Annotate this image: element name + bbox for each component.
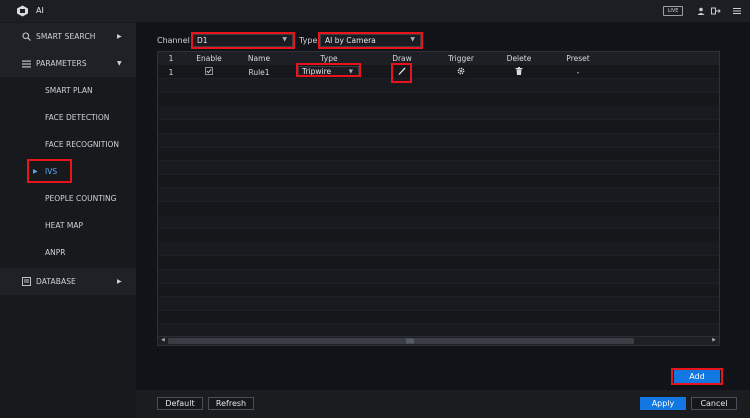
chevron-down-icon: ▼ — [410, 36, 415, 43]
gear-icon[interactable] — [457, 67, 465, 77]
sidebar-subitem-people-counting[interactable]: PEOPLE COUNTING — [0, 185, 136, 212]
type-select[interactable]: AI by Camera ▼ — [320, 34, 421, 47]
channel-label: Channel — [157, 36, 190, 45]
sidebar-subitem-anpr[interactable]: ANPR — [0, 239, 136, 266]
table-row-empty — [158, 310, 719, 324]
table-row-empty — [158, 270, 719, 284]
col-header-type: Type — [320, 54, 338, 63]
rules-table: 1 Enable Name Type Draw Trigger Delete P… — [157, 51, 720, 346]
sidebar-subitem-face-detection[interactable]: FACE DETECTION — [0, 104, 136, 131]
sidebar-subitem-smart-plan[interactable]: SMART PLAN — [0, 77, 136, 104]
apply-button[interactable]: Apply — [640, 397, 686, 410]
scroll-right-icon[interactable]: ▶ — [712, 337, 716, 343]
chevron-right-icon: ▶ — [117, 278, 122, 285]
table-row-empty — [158, 93, 719, 107]
sidebar-subitem-label: FACE DETECTION — [45, 113, 110, 122]
table-row-empty — [158, 147, 719, 161]
table-row-empty — [158, 229, 719, 243]
chevron-down-icon: ▼ — [117, 60, 122, 67]
col-header-enable: Enable — [196, 54, 222, 63]
sidebar-subitem-face-recognition[interactable]: FACE RECOGNITION — [0, 131, 136, 158]
col-header-index: 1 — [168, 54, 174, 63]
sidebar-item-parameters[interactable]: PARAMETERS ▼ — [0, 50, 136, 77]
sidebar-item-database[interactable]: DATABASE ▶ — [0, 268, 136, 295]
col-header-preset: Preset — [566, 54, 590, 63]
sidebar-subitem-ivs[interactable]: ▶ IVS — [0, 158, 136, 185]
row-index: 1 — [168, 68, 174, 77]
active-indicator-icon: ▶ — [33, 168, 38, 175]
logout-icon[interactable] — [710, 5, 722, 17]
col-header-trigger: Trigger — [448, 54, 474, 63]
sidebar-subitem-label: SMART PLAN — [45, 86, 93, 95]
table-row-empty — [158, 256, 719, 270]
table-row-empty — [158, 242, 719, 256]
cancel-button[interactable]: Cancel — [691, 397, 737, 410]
col-header-delete: Delete — [506, 54, 532, 63]
channel-value: D1 — [197, 36, 208, 45]
user-icon[interactable] — [695, 5, 707, 17]
table-row-empty — [158, 120, 719, 134]
draw-icon[interactable] — [398, 67, 406, 78]
table-row[interactable]: 1 Rule1 Tripwire ▼ - — [158, 65, 719, 79]
table-row-empty — [158, 161, 719, 175]
table-row-empty — [158, 188, 719, 202]
col-header-name: Name — [247, 54, 271, 63]
sidebar: SMART SEARCH ▶ PARAMETERS ▼ SMART PLAN F… — [0, 22, 136, 418]
trash-icon[interactable] — [515, 67, 523, 77]
col-header-draw: Draw — [392, 54, 412, 63]
table-header: 1 Enable Name Type Draw Trigger Delete P… — [158, 52, 719, 65]
app-title: AI — [36, 6, 44, 15]
database-icon — [21, 277, 31, 287]
rule-type-value: Tripwire — [302, 67, 332, 76]
rule-name: Rule1 — [248, 68, 270, 77]
sidebar-subitem-heat-map[interactable]: HEAT MAP — [0, 212, 136, 239]
table-row-empty — [158, 215, 719, 229]
type-value: AI by Camera — [325, 36, 376, 45]
channel-select[interactable]: D1 ▼ — [192, 34, 293, 47]
type-label: Type — [299, 36, 318, 45]
grip-icon — [406, 338, 414, 344]
sidebar-subitem-label: PEOPLE COUNTING — [45, 194, 117, 203]
default-button[interactable]: Default — [157, 397, 203, 410]
table-row-empty — [158, 134, 719, 148]
menu-icon[interactable] — [731, 5, 743, 17]
chevron-down-icon: ▼ — [282, 36, 287, 43]
preset-value: - — [576, 68, 580, 77]
enable-checkbox[interactable] — [205, 67, 213, 77]
sidebar-item-label: DATABASE — [36, 277, 76, 286]
sidebar-item-smart-search[interactable]: SMART SEARCH ▶ — [0, 23, 136, 50]
scroll-left-icon[interactable]: ◀ — [161, 337, 165, 343]
chevron-down-icon: ▼ — [348, 68, 353, 75]
refresh-button[interactable]: Refresh — [208, 397, 254, 410]
add-button[interactable]: Add — [674, 370, 720, 383]
sidebar-item-label: PARAMETERS — [36, 59, 87, 68]
title-bar: AI LIVE — [0, 0, 750, 22]
table-row-empty — [158, 106, 719, 120]
table-row-empty — [158, 79, 719, 93]
list-icon — [21, 59, 31, 69]
ai-logo-icon — [17, 5, 28, 17]
chevron-right-icon: ▶ — [117, 33, 122, 40]
table-row-empty — [158, 283, 719, 297]
sidebar-subitem-label: FACE RECOGNITION — [45, 140, 120, 149]
table-row-empty — [158, 202, 719, 216]
table-row-empty — [158, 174, 719, 188]
sidebar-subitem-label: HEAT MAP — [45, 221, 84, 230]
sidebar-item-label: SMART SEARCH — [36, 32, 96, 41]
sidebar-subitem-label: IVS — [45, 167, 58, 176]
live-button[interactable]: LIVE — [663, 6, 683, 16]
rule-type-select[interactable]: Tripwire ▼ — [298, 66, 359, 77]
table-row-empty — [158, 297, 719, 311]
sidebar-subitem-label: ANPR — [45, 248, 66, 257]
horizontal-scrollbar[interactable]: ◀ ▶ — [158, 336, 719, 345]
search-icon — [21, 32, 31, 42]
scrollbar-thumb[interactable] — [168, 338, 634, 344]
